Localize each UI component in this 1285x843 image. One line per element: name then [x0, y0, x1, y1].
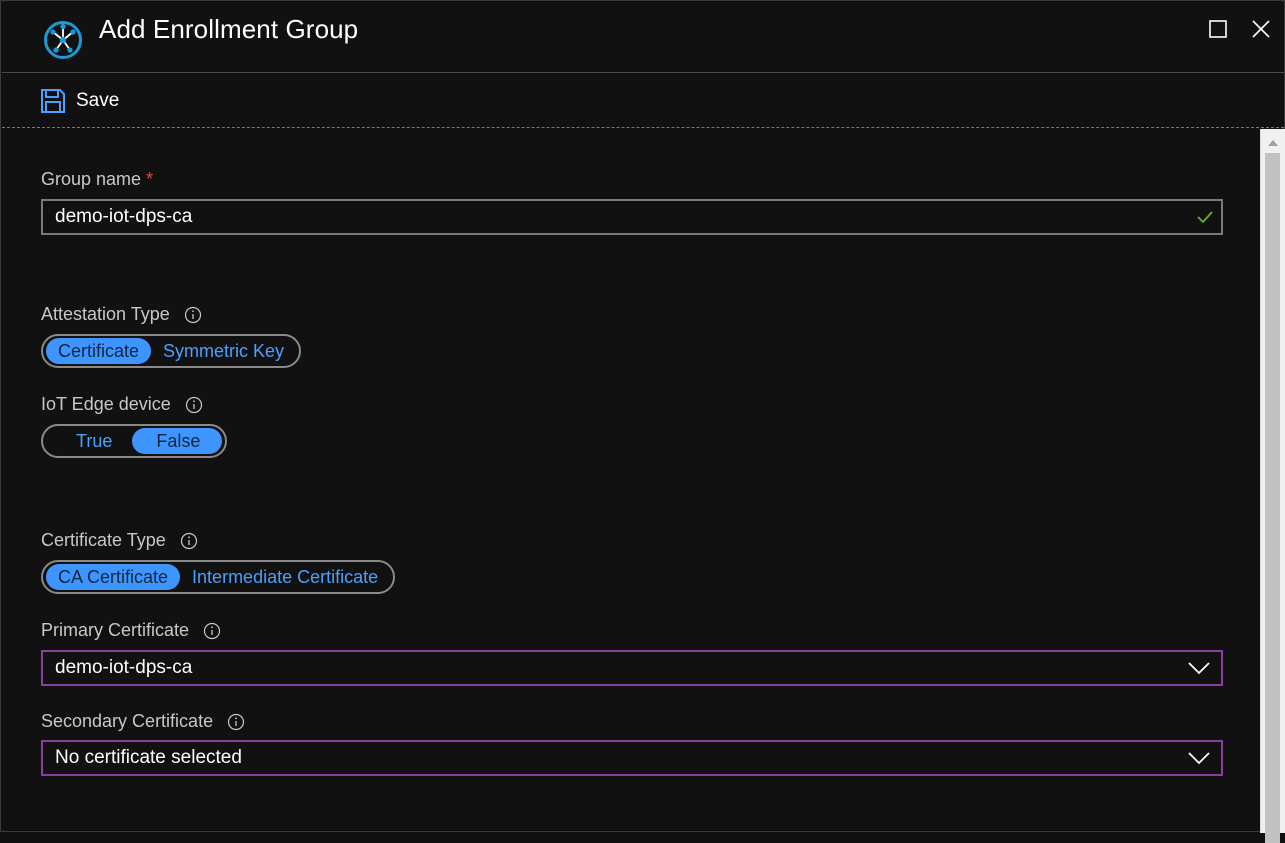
group-name-label: Group name *	[41, 169, 153, 190]
save-icon	[41, 89, 65, 113]
primary-certificate-value: demo-iot-dps-ca	[55, 657, 193, 678]
required-marker: *	[146, 169, 154, 189]
secondary-certificate-label-text: Secondary Certificate	[41, 711, 214, 731]
iot-edge-label-text: IoT Edge device	[41, 394, 171, 414]
attestation-option-certificate[interactable]: Certificate	[46, 338, 152, 364]
secondary-certificate-value: No certificate selected	[55, 747, 242, 768]
attestation-type-label-text: Attestation Type	[41, 304, 170, 324]
group-name-input[interactable]	[43, 202, 1187, 232]
primary-certificate-label: Primary Certificate	[41, 620, 221, 641]
secondary-certificate-label: Secondary Certificate	[41, 711, 245, 732]
save-label: Save	[76, 90, 120, 111]
iot-edge-toggle: True False	[41, 424, 228, 458]
chevron-down-icon	[1188, 752, 1210, 765]
certificate-type-label: Certificate Type	[41, 530, 198, 551]
iot-edge-label: IoT Edge device	[41, 394, 203, 415]
attestation-type-label: Attestation Type	[41, 304, 202, 325]
page-title: Add Enrollment Group	[99, 14, 359, 44]
group-name-field[interactable]	[41, 199, 1223, 235]
certificate-option-ca[interactable]: CA Certificate	[46, 564, 181, 590]
certificate-type-label-text: Certificate Type	[41, 530, 166, 550]
form-content: Group name * Attestation Type Certificat…	[3, 129, 1259, 833]
secondary-certificate-dropdown[interactable]: No certificate selected	[41, 740, 1223, 776]
command-bar: Save	[2, 73, 1284, 128]
iot-edge-option-true[interactable]: True	[46, 428, 132, 454]
close-icon[interactable]	[1250, 18, 1272, 40]
chevron-down-icon	[1188, 662, 1210, 675]
save-button[interactable]: Save	[40, 87, 119, 115]
info-icon[interactable]	[180, 532, 198, 550]
enrollment-blade: Add Enrollment Group Save Group name * d…	[0, 0, 1285, 843]
valid-check-icon	[1197, 211, 1213, 224]
scrollbar-thumb[interactable]	[1265, 153, 1280, 843]
info-icon[interactable]	[184, 306, 202, 324]
vertical-scrollbar[interactable]	[1260, 129, 1285, 843]
certificate-type-toggle: CA Certificate Intermediate Certificate	[41, 560, 396, 594]
info-icon[interactable]	[203, 622, 221, 640]
blade-header: Add Enrollment Group	[2, 2, 1284, 73]
attestation-type-toggle: Certificate Symmetric Key	[41, 334, 302, 368]
info-icon[interactable]	[227, 713, 245, 731]
certificate-option-intermediate[interactable]: Intermediate Certificate	[180, 564, 390, 590]
maximize-icon[interactable]	[1207, 18, 1229, 40]
info-icon[interactable]	[185, 396, 203, 414]
primary-certificate-dropdown[interactable]: demo-iot-dps-ca	[41, 650, 1223, 686]
iot-edge-option-false[interactable]: False	[132, 428, 223, 454]
primary-certificate-label-text: Primary Certificate	[41, 620, 190, 640]
group-name-label-text: Group name	[41, 169, 142, 189]
dps-hub-icon	[44, 21, 82, 59]
attestation-option-symmetric-key[interactable]: Symmetric Key	[151, 338, 296, 364]
scroll-up-arrow-icon[interactable]	[1268, 140, 1278, 146]
